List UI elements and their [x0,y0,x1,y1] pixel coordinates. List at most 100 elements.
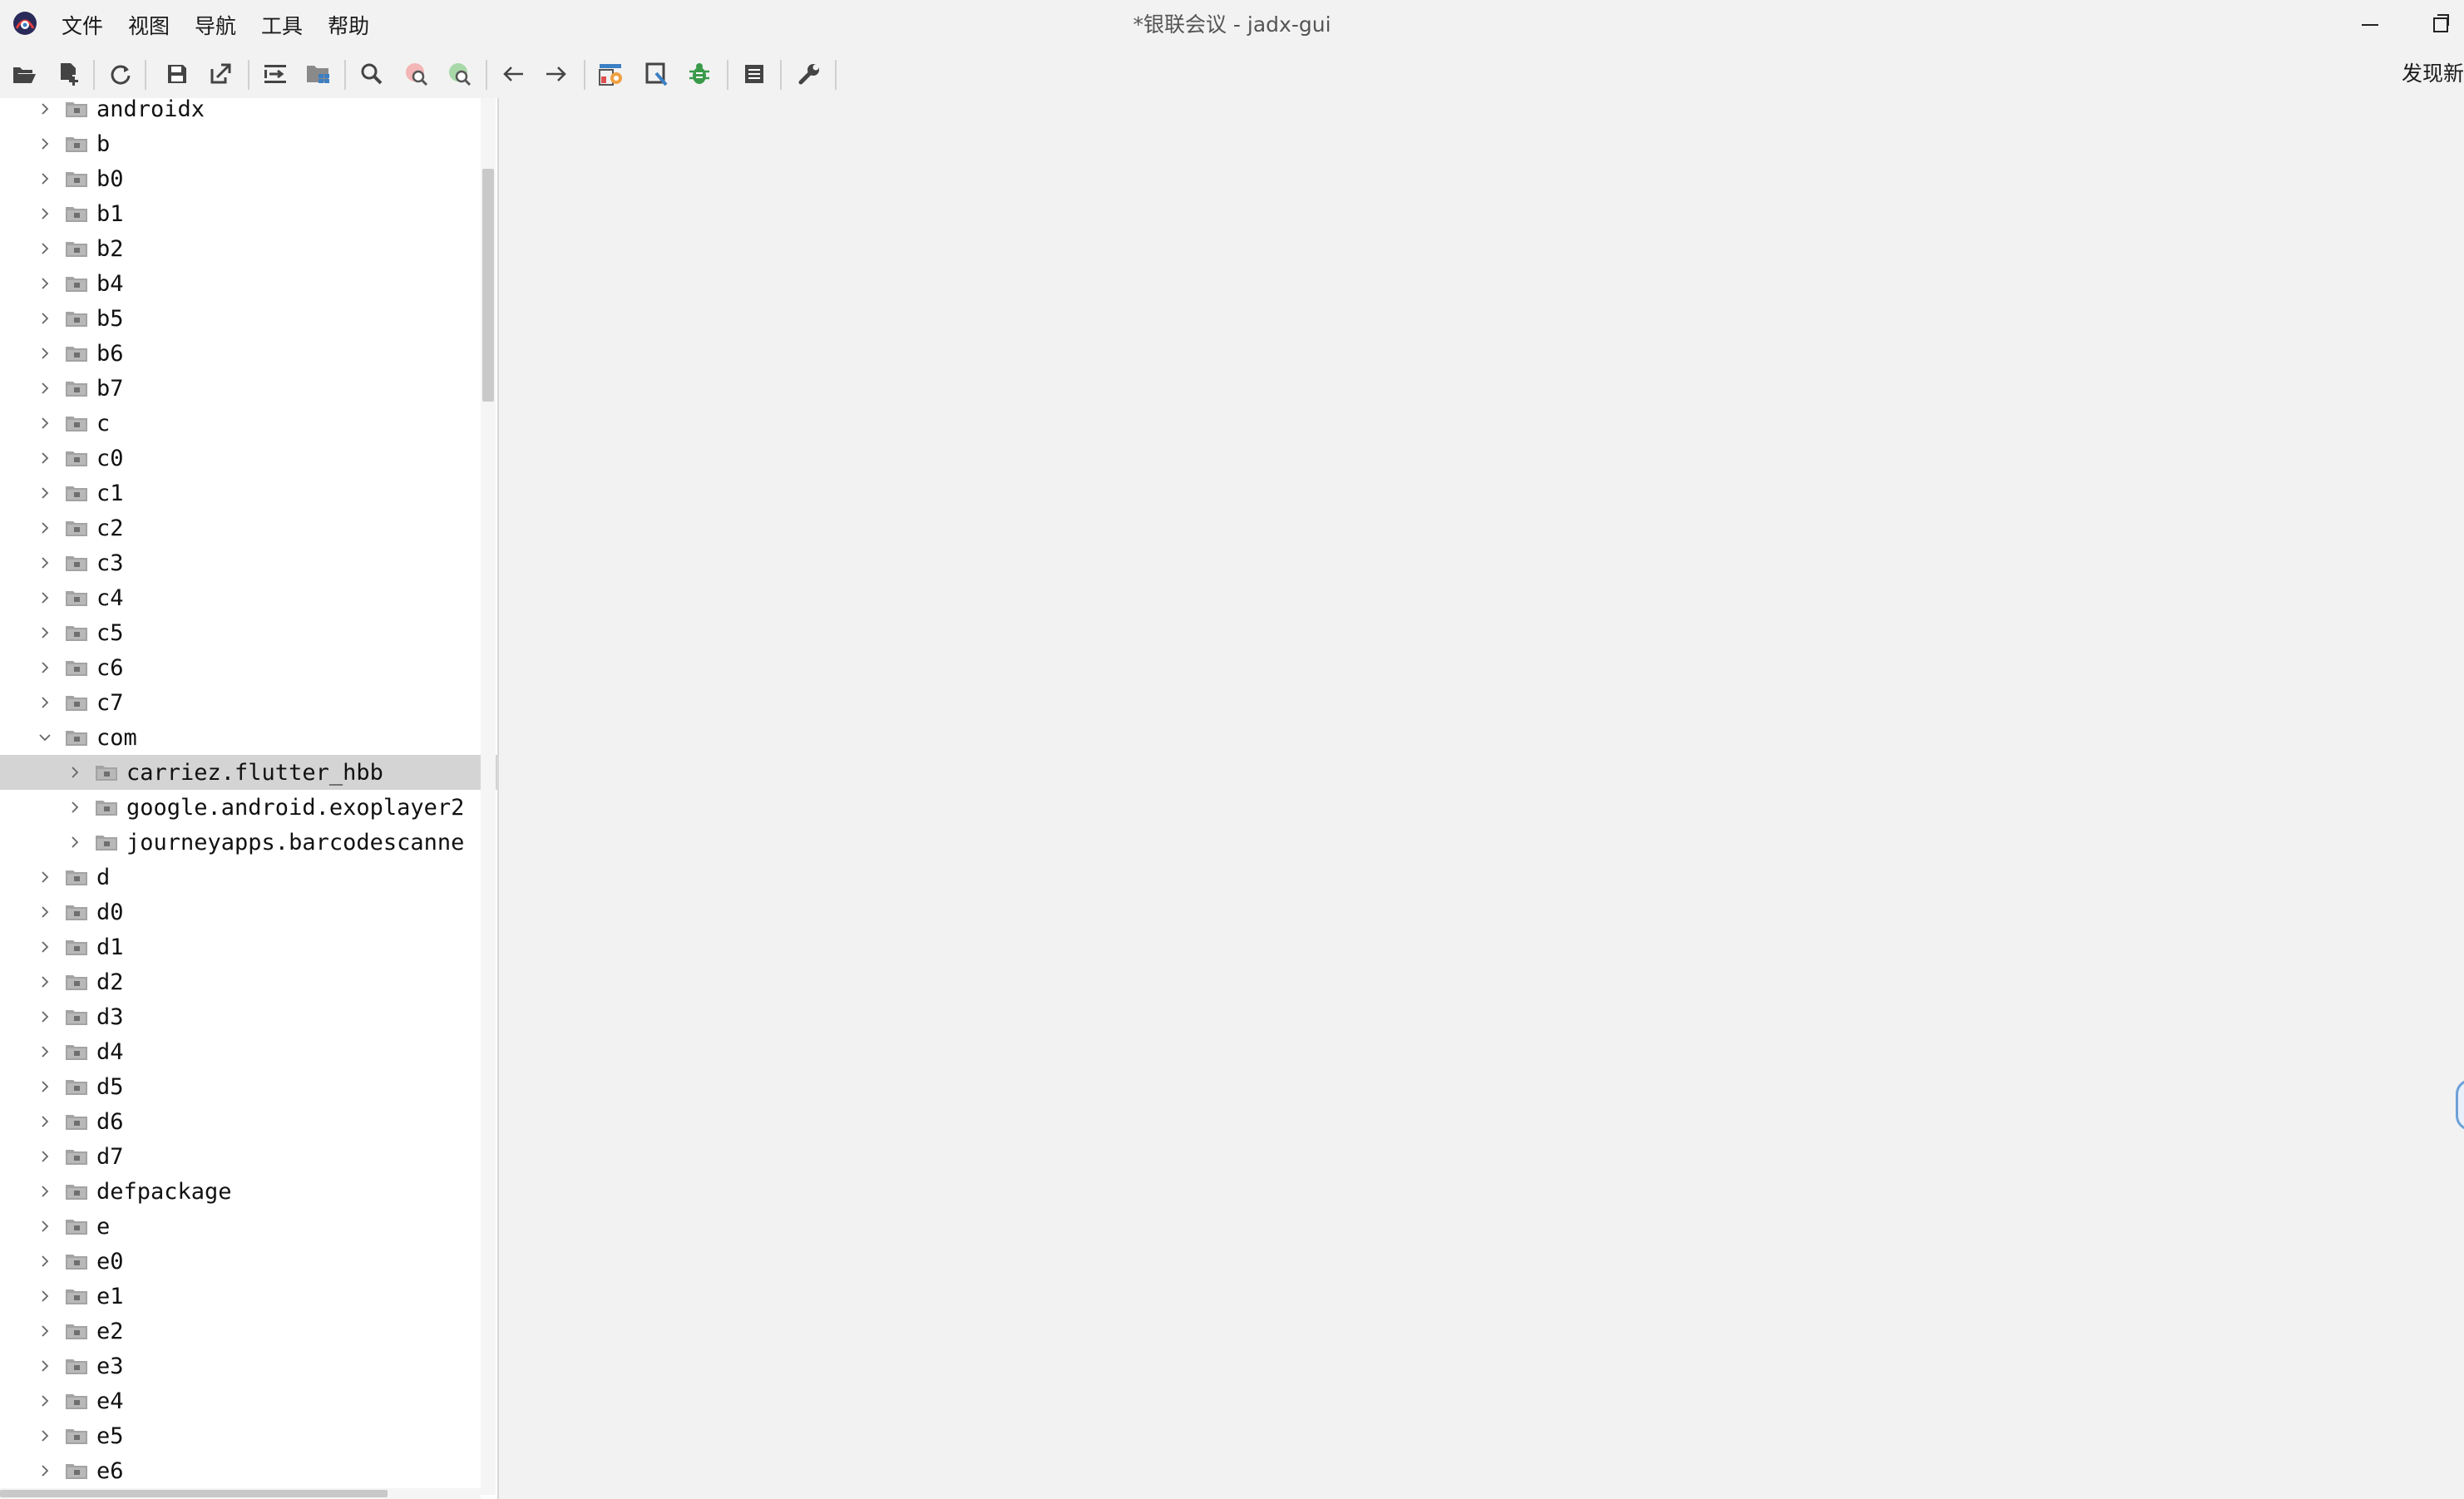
chevron-right-icon[interactable] [37,380,53,397]
tree-item[interactable]: b [0,126,497,161]
tree-item[interactable]: c0 [0,441,497,476]
chevron-right-icon[interactable] [37,624,53,641]
chevron-right-icon[interactable] [37,345,53,362]
tree-item[interactable]: e4 [0,1383,497,1418]
tree-item[interactable]: defpackage [0,1174,497,1209]
chevron-right-icon[interactable] [37,1148,53,1165]
tree-item[interactable]: b2 [0,231,497,266]
tree-item[interactable]: carriez.flutter_hbb [0,755,497,790]
chevron-right-icon[interactable] [37,939,53,955]
scrollbar-thumb[interactable] [0,1490,388,1497]
chevron-right-icon[interactable] [37,974,53,990]
chevron-right-icon[interactable] [37,1253,53,1270]
tree-item[interactable]: c6 [0,650,497,685]
tree-item[interactable]: c1 [0,476,497,510]
reload-button[interactable] [105,58,136,90]
tree-item[interactable]: c3 [0,545,497,580]
sync-tree-button[interactable] [259,58,291,90]
chevron-right-icon[interactable] [37,1462,53,1479]
chevron-right-icon[interactable] [37,275,53,292]
chevron-right-icon[interactable] [37,240,53,257]
chevron-right-icon[interactable] [37,1358,53,1374]
chevron-right-icon[interactable] [37,415,53,431]
add-files-button[interactable] [53,58,85,90]
chevron-right-icon[interactable] [37,205,53,222]
scrollbar-thumb[interactable] [482,169,494,402]
chevron-right-icon[interactable] [37,1323,53,1339]
chevron-right-icon[interactable] [37,310,53,327]
tree-item[interactable]: c4 [0,580,497,615]
chevron-right-icon[interactable] [37,1218,53,1235]
find-usage-button[interactable] [444,58,476,90]
chevron-down-icon[interactable] [37,729,53,746]
tree-item[interactable]: c5 [0,615,497,650]
tree-item[interactable]: google.android.exoplayer2 [0,790,497,825]
tree-item[interactable]: d5 [0,1069,497,1104]
tree-item[interactable]: e5 [0,1418,497,1453]
tree-item[interactable]: com [0,720,497,755]
tree-item[interactable]: androidx [0,98,497,126]
chevron-right-icon[interactable] [37,659,53,676]
tree-item[interactable]: d1 [0,929,497,964]
tree-item[interactable]: b0 [0,161,497,196]
chevron-right-icon[interactable] [37,589,53,606]
tree-item[interactable]: e6 [0,1453,497,1488]
chevron-right-icon[interactable] [37,1113,53,1130]
chevron-right-icon[interactable] [37,1043,53,1060]
tree-item[interactable]: e0 [0,1244,497,1279]
tree-item[interactable]: c2 [0,510,497,545]
minimize-button[interactable] [2345,0,2395,50]
debugger-button[interactable] [684,58,715,90]
tree-vertical-scrollbar[interactable] [481,98,496,1495]
deobfuscation-button[interactable] [595,58,627,90]
chevron-right-icon[interactable] [37,101,53,117]
tree-item[interactable]: b7 [0,371,497,406]
tree-item[interactable]: e1 [0,1279,497,1314]
chevron-right-icon[interactable] [37,555,53,571]
chevron-right-icon[interactable] [37,1428,53,1444]
save-all-button[interactable] [161,58,193,90]
tree-item[interactable]: b4 [0,266,497,301]
chevron-right-icon[interactable] [37,520,53,536]
update-available-link[interactable]: 发现新版本 [2402,50,2464,98]
chevron-right-icon[interactable] [37,170,53,187]
tree-item[interactable]: e [0,1209,497,1244]
chevron-right-icon[interactable] [37,136,53,152]
tree-item[interactable]: c7 [0,685,497,720]
search-button[interactable] [356,58,388,90]
export-button[interactable] [205,58,236,90]
forward-button[interactable] [541,58,572,90]
chevron-right-icon[interactable] [37,904,53,920]
chevron-right-icon[interactable] [37,1288,53,1304]
back-button[interactable] [497,58,529,90]
tree-item[interactable]: b1 [0,196,497,231]
find-class-button[interactable] [401,58,432,90]
floating-assist-button[interactable] [2456,1079,2464,1131]
open-file-button[interactable] [8,58,40,90]
restore-button[interactable] [2416,0,2464,50]
chevron-right-icon[interactable] [37,485,53,501]
chevron-right-icon[interactable] [37,1078,53,1095]
chevron-right-icon[interactable] [37,1008,53,1025]
tree-item[interactable]: d4 [0,1034,497,1069]
preferences-button[interactable] [793,58,825,90]
flatten-packages-button[interactable] [303,58,334,90]
tree-horizontal-scrollbar[interactable] [0,1488,481,1499]
tree-item[interactable]: d2 [0,964,497,999]
chevron-right-icon[interactable] [37,1183,53,1200]
quark-button[interactable] [640,58,672,90]
tree-item[interactable]: b6 [0,336,497,371]
chevron-right-icon[interactable] [67,764,83,781]
chevron-right-icon[interactable] [67,799,83,816]
tree-item[interactable]: c [0,406,497,441]
tree-item[interactable]: journeyapps.barcodescanne [0,825,497,860]
tree-item[interactable]: b5 [0,301,497,336]
chevron-right-icon[interactable] [37,1393,53,1409]
log-viewer-button[interactable] [738,58,770,90]
tree-item[interactable]: d7 [0,1139,497,1174]
tree-item[interactable]: d0 [0,895,497,929]
chevron-right-icon[interactable] [37,450,53,466]
tree-item[interactable]: d6 [0,1104,497,1139]
tree-item[interactable]: d [0,860,497,895]
chevron-right-icon[interactable] [37,869,53,885]
